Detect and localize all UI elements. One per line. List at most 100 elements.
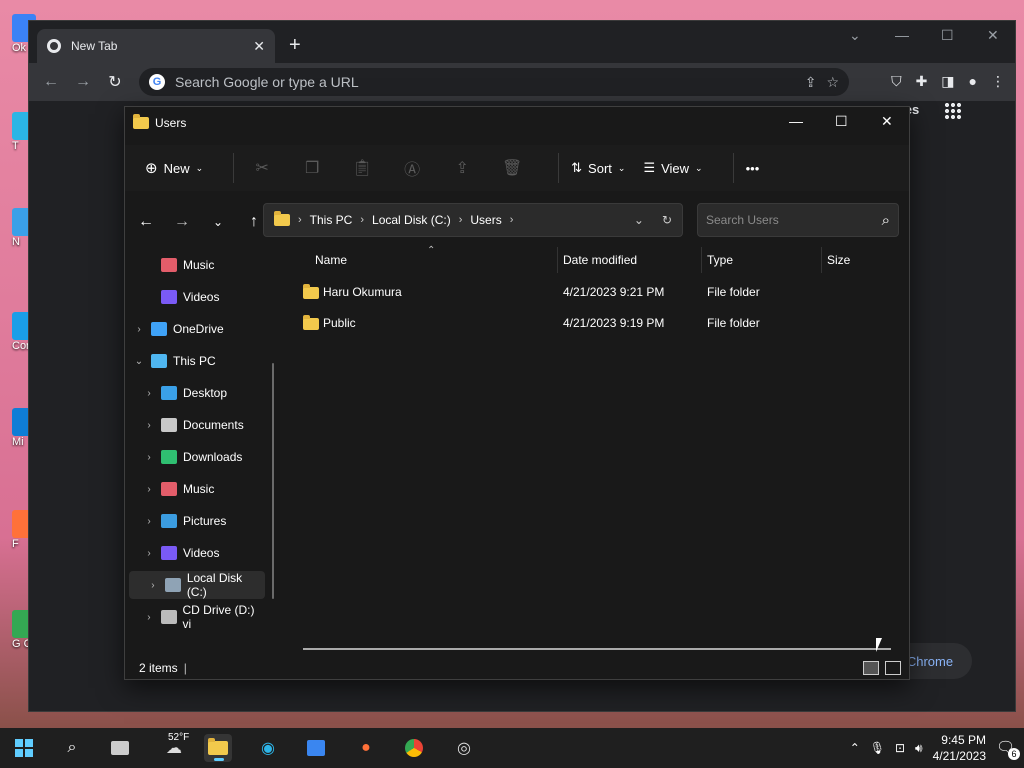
breadcrumb-users[interactable]: Users xyxy=(470,213,501,227)
music-icon xyxy=(161,482,177,496)
sidebar-item[interactable]: › Documents xyxy=(125,411,265,439)
sidebar-item[interactable]: › Downloads xyxy=(125,443,265,471)
notifications-button[interactable]: 🗨︎ 6 xyxy=(996,738,1020,760)
view-button[interactable]: ☰ View ⌄ xyxy=(643,160,702,176)
reload-button[interactable]: ↻ xyxy=(99,72,131,92)
menu-kebab-icon[interactable]: ⋮ xyxy=(991,73,1005,90)
chevron-right-icon[interactable]: › xyxy=(143,484,155,495)
forward-arrow-icon[interactable]: → xyxy=(167,213,197,231)
forward-button[interactable]: → xyxy=(67,73,99,91)
paste-icon[interactable]: 📋︎ xyxy=(346,158,378,178)
tiles-view-icon[interactable] xyxy=(885,661,901,675)
omnibox[interactable]: G Search Google or type a URL ⇪ ☆ xyxy=(139,68,849,96)
chevron-right-icon[interactable]: › xyxy=(143,452,155,463)
tab-new-tab[interactable]: New Tab ✕ xyxy=(37,29,275,63)
item-count: 2 items xyxy=(139,661,178,675)
taskbar-edge[interactable]: ◉ xyxy=(254,734,282,762)
search-button[interactable]: ⌕ xyxy=(58,734,86,762)
search-box[interactable]: Search Users ⌕ xyxy=(697,203,899,237)
more-options-button[interactable]: ••• xyxy=(746,161,760,176)
task-view-icon xyxy=(111,741,129,755)
ublock-icon[interactable]: ⛉ xyxy=(891,73,902,90)
sidebar-item[interactable]: › Music xyxy=(125,475,265,503)
extensions-puzzle-icon[interactable]: ✚ xyxy=(916,73,928,90)
column-name[interactable]: Name xyxy=(315,247,347,273)
apps-grid-icon[interactable] xyxy=(944,102,962,120)
chevron-right-icon[interactable]: › xyxy=(143,548,155,559)
volume-icon[interactable]: 🔊︎ xyxy=(915,741,923,756)
google-icon: G xyxy=(149,74,165,90)
bookmark-star-icon[interactable]: ☆ xyxy=(826,74,839,91)
breadcrumb-this-pc[interactable]: This PC xyxy=(310,213,353,227)
breadcrumb-local-disk[interactable]: Local Disk (C:) xyxy=(372,213,451,227)
maximize-button[interactable]: ☐ xyxy=(941,27,954,44)
address-dropdown-icon[interactable]: ⌄ xyxy=(634,213,644,227)
widgets-button[interactable]: ☁ 52°F xyxy=(154,732,194,762)
sidebar-item[interactable]: › Local Disk (C:) xyxy=(129,571,265,599)
sidebar-item[interactable]: › Videos xyxy=(125,539,265,567)
new-tab-button[interactable]: + xyxy=(289,35,301,55)
tab-search-icon[interactable]: ⌄ xyxy=(849,27,861,44)
minimize-button[interactable]: — xyxy=(895,27,909,43)
sidebar-item[interactable]: Videos xyxy=(125,283,265,311)
chevron-right-icon[interactable]: › xyxy=(143,420,155,431)
column-size[interactable]: Size xyxy=(827,247,850,273)
search-icon[interactable]: ⌕ xyxy=(882,212,890,229)
taskbar-file-explorer[interactable] xyxy=(204,734,232,762)
start-button[interactable] xyxy=(10,734,38,762)
side-panel-icon[interactable]: ◨ xyxy=(941,73,954,90)
chevron-down-icon[interactable]: ⌄ xyxy=(133,356,145,367)
chevron-right-icon[interactable]: › xyxy=(133,324,145,335)
taskbar-chrome[interactable] xyxy=(400,734,428,762)
recent-locations-icon[interactable]: ⌄ xyxy=(203,215,233,229)
close-button[interactable]: ✕ xyxy=(987,27,999,44)
file-row[interactable]: Haru Okumura 4/21/2023 9:21 PM File folder xyxy=(295,279,895,305)
microphone-icon[interactable]: 🎙︎ xyxy=(870,741,885,755)
taskbar-obs[interactable]: ◎ xyxy=(450,734,478,762)
chevron-right-icon[interactable]: › xyxy=(143,516,155,527)
column-type[interactable]: Type xyxy=(707,247,733,273)
sidebar-item[interactable]: › Desktop xyxy=(125,379,265,407)
profile-icon[interactable]: ● xyxy=(969,73,977,90)
sidebar-scrollbar[interactable] xyxy=(272,363,274,599)
chevron-right-icon[interactable]: › xyxy=(143,612,155,623)
new-button[interactable]: ⊕ New ⌄ xyxy=(145,159,203,177)
horizontal-scrollbar[interactable] xyxy=(303,648,891,650)
close-tab-icon[interactable]: ✕ xyxy=(253,38,265,55)
explorer-minimize-button[interactable]: — xyxy=(789,113,803,129)
chevron-up-icon[interactable]: ⌃ xyxy=(850,741,860,755)
chevron-right-icon[interactable]: › xyxy=(143,388,155,399)
rename-icon[interactable]: Ⓐ xyxy=(396,156,428,180)
column-date-modified[interactable]: Date modified xyxy=(563,247,637,273)
taskbar-store[interactable] xyxy=(302,734,330,762)
delete-icon[interactable]: 🗑︎ xyxy=(496,158,528,178)
sidebar-item-label: Downloads xyxy=(183,450,243,464)
back-arrow-icon[interactable]: ← xyxy=(131,213,161,231)
back-button[interactable]: ← xyxy=(35,73,67,91)
copy-icon[interactable]: ❐ xyxy=(296,158,328,178)
sidebar-item[interactable]: ⌄ This PC xyxy=(125,347,265,375)
refresh-icon[interactable]: ↻ xyxy=(662,213,672,227)
address-bar[interactable]: › This PC › Local Disk (C:) › Users › ⌄ … xyxy=(263,203,683,237)
clock[interactable]: 9:45 PM 4/21/2023 xyxy=(933,732,986,764)
explorer-maximize-button[interactable]: ☐ xyxy=(835,113,848,130)
sidebar-item[interactable]: › CD Drive (D:) vi xyxy=(125,603,265,631)
taskbar-firefox[interactable]: ● xyxy=(352,734,380,762)
network-icon[interactable]: ⊡ xyxy=(895,741,905,755)
details-view-icon[interactable] xyxy=(863,661,879,675)
column-divider[interactable] xyxy=(821,247,822,273)
cut-icon[interactable]: ✂ xyxy=(246,158,278,178)
task-view-button[interactable] xyxy=(106,734,134,762)
file-row[interactable]: Public 4/21/2023 9:19 PM File folder xyxy=(295,310,895,336)
share-icon[interactable]: ⇪ xyxy=(805,74,817,91)
column-divider[interactable] xyxy=(701,247,702,273)
sidebar-item[interactable]: Music xyxy=(125,251,265,279)
sidebar-item[interactable]: › Pictures xyxy=(125,507,265,535)
column-divider[interactable] xyxy=(557,247,558,273)
sidebar-item[interactable]: › OneDrive xyxy=(125,315,265,343)
explorer-close-button[interactable]: ✕ xyxy=(881,113,893,130)
share-icon[interactable]: ⇪ xyxy=(446,158,478,178)
sort-button[interactable]: ⇅ Sort ⌄ xyxy=(571,160,625,176)
chevron-right-icon[interactable]: › xyxy=(147,580,159,591)
folder-icon xyxy=(303,284,319,299)
